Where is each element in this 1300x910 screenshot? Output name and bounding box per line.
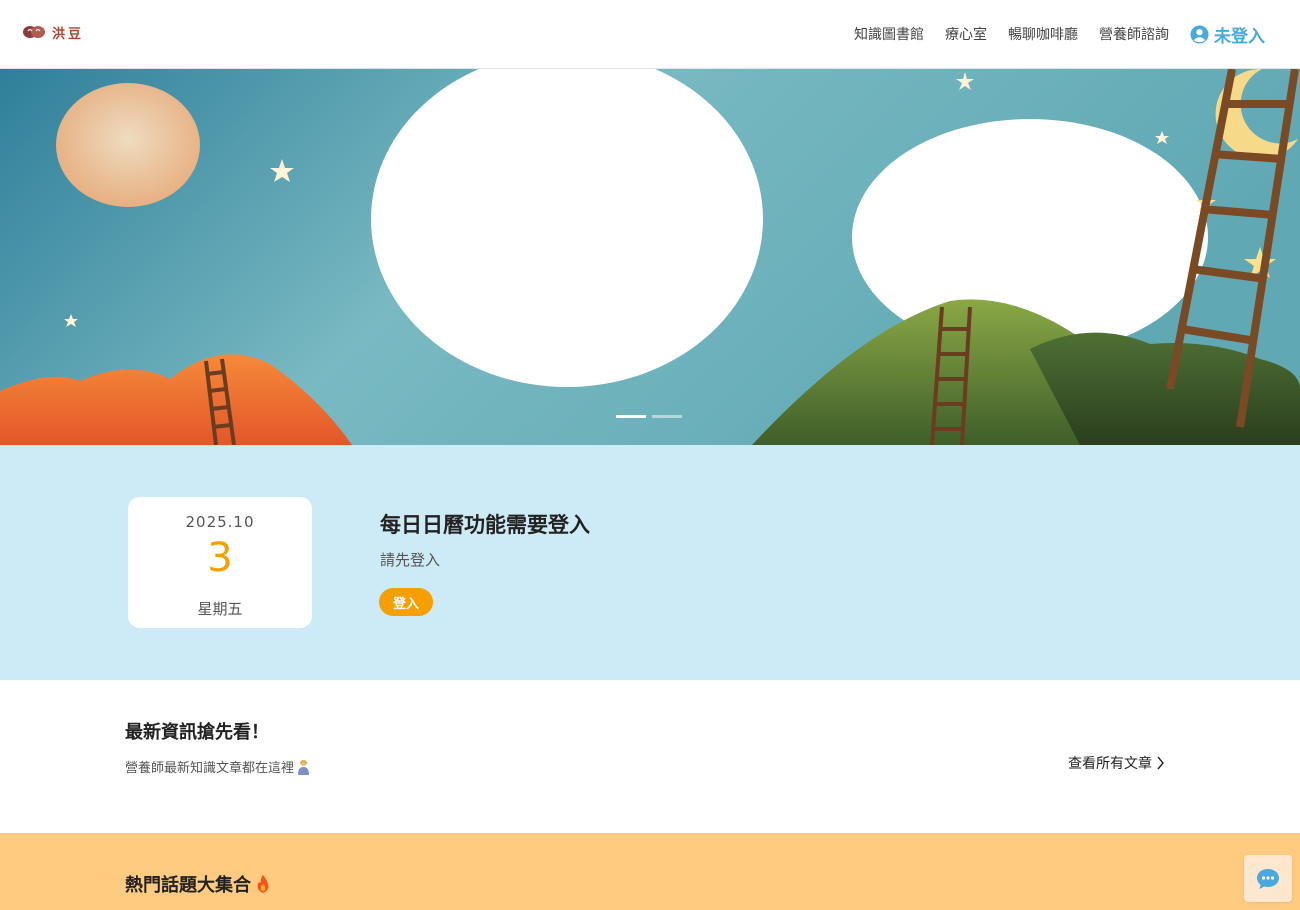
brand-logo[interactable]: 洪豆 (22, 22, 84, 42)
dietitian-person-icon (298, 759, 310, 775)
main-nav: 知識圖書館 療心室 暢聊咖啡廳 營養師諮詢 未登入 (854, 0, 1265, 68)
daily-calendar-section: 2025.10 3 星期五 每日日曆功能需要登入 請先登入 登入 (0, 445, 1300, 680)
hot-topics-section: 熱門話題大集合 (0, 833, 1300, 910)
sun-shape (56, 83, 200, 207)
chat-bubble-icon (1257, 868, 1279, 889)
date-day: 3 (207, 535, 233, 581)
hero-banner[interactable] (0, 69, 1300, 445)
chat-button[interactable] (1244, 855, 1292, 902)
date-card: 2025.10 3 星期五 (128, 497, 312, 628)
fire-icon (257, 875, 269, 893)
user-circle-icon (1190, 24, 1209, 44)
carousel-dot-active (616, 415, 646, 418)
bean-logo-icon (23, 26, 45, 38)
latest-news-section: 最新資訊搶先看！ 營養師最新知識文章都在這裡 查看所有文章 (0, 680, 1300, 833)
login-button[interactable]: 登入 (379, 588, 433, 616)
user-login-status[interactable]: 未登入 (1190, 22, 1265, 47)
nav-item-library[interactable]: 知識圖書館 (854, 24, 924, 44)
view-all-articles-link[interactable]: 查看所有文章 (1068, 753, 1165, 773)
calendar-title: 每日日曆功能需要登入 (380, 513, 590, 537)
hot-topics-title-row: 熱門話題大集合 (125, 871, 271, 897)
hot-topics-title: 熱門話題大集合 (125, 875, 251, 896)
nav-item-dietitian[interactable]: 營養師諮詢 (1099, 24, 1169, 44)
news-subtitle-text: 營養師最新知識文章都在這裡 (125, 761, 295, 776)
user-status-label: 未登入 (1214, 26, 1265, 47)
chevron-right-icon (1157, 756, 1164, 770)
date-year-month: 2025.10 (185, 513, 255, 531)
calendar-subtitle: 請先登入 (380, 551, 441, 569)
date-weekday: 星期五 (197, 600, 243, 618)
banner-illustration (0, 69, 1300, 445)
top-header: 洪豆 知識圖書館 療心室 暢聊咖啡廳 營養師諮詢 未登入 (0, 0, 1300, 69)
nav-item-cafe[interactable]: 暢聊咖啡廳 (1008, 24, 1078, 44)
nav-item-healing-room[interactable]: 療心室 (945, 24, 987, 44)
view-all-articles-label: 查看所有文章 (1068, 756, 1152, 772)
news-subtitle: 營養師最新知識文章都在這裡 (125, 757, 310, 776)
carousel-dot (652, 415, 682, 418)
brand-name: 洪豆 (52, 26, 85, 42)
news-title: 最新資訊搶先看！ (125, 722, 269, 743)
